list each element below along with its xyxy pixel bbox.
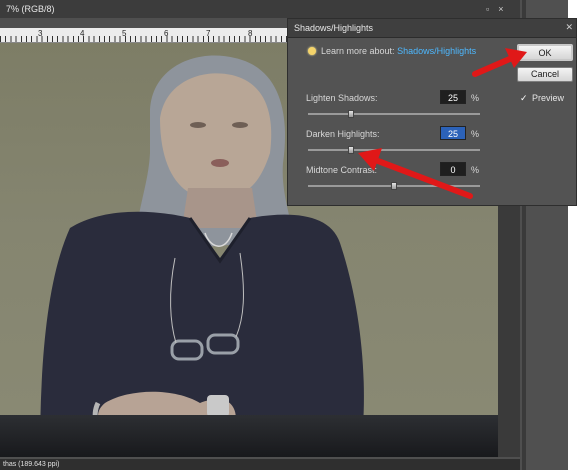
- arrow-to-darken-slider: [358, 148, 473, 199]
- arrow-to-ok: [472, 48, 527, 77]
- annotation-arrows: [358, 48, 527, 199]
